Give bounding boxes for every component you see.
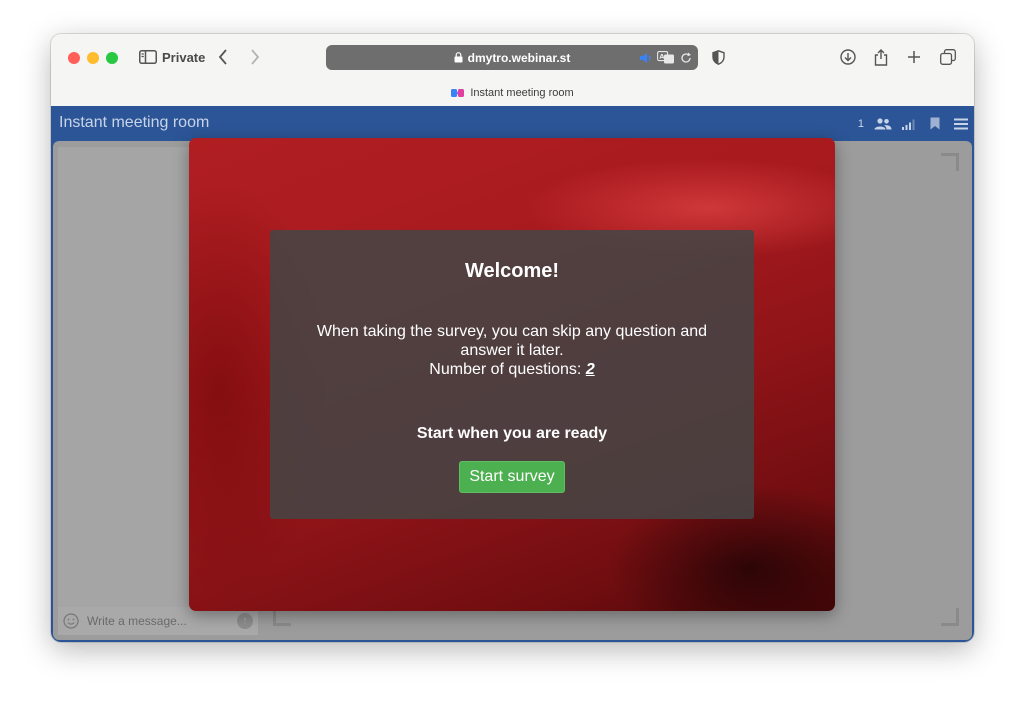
url-text: dmytro.webinar.st: [467, 50, 571, 65]
questions-count: 2: [585, 361, 595, 378]
browser-window: Private dmytro.webinar.st A Instant meet…: [51, 34, 974, 642]
video-frame-corner: [941, 608, 959, 626]
privacy-shield-icon[interactable]: [707, 46, 729, 68]
survey-description-text: When taking the survey, you can skip any…: [316, 323, 708, 359]
participants-icon[interactable]: [870, 117, 896, 130]
signal-strength-icon[interactable]: [896, 118, 922, 130]
menu-icon[interactable]: [948, 118, 974, 130]
zoom-window-button[interactable]: [106, 52, 118, 64]
minimize-window-button[interactable]: [87, 52, 99, 64]
bookmark-icon[interactable]: [922, 117, 948, 130]
lock-icon: [454, 52, 463, 63]
tab-strip[interactable]: Instant meeting room: [51, 80, 974, 106]
back-icon[interactable]: [212, 46, 234, 68]
private-label: Private: [162, 50, 206, 65]
send-icon[interactable]: ↑: [237, 613, 253, 629]
room-header: Instant meeting room 1: [51, 106, 974, 141]
room-title: Instant meeting room: [59, 114, 210, 131]
emoji-icon[interactable]: [63, 613, 79, 629]
close-window-button[interactable]: [68, 52, 80, 64]
tab-title: Instant meeting room: [470, 87, 574, 99]
audio-playing-icon[interactable]: [639, 45, 653, 70]
download-icon[interactable]: [837, 46, 859, 68]
survey-description: When taking the survey, you can skip any…: [300, 322, 724, 379]
questions-count-line: Number of questions: 2: [300, 360, 724, 379]
site-favicon-icon: [451, 88, 465, 98]
survey-modal: Welcome! When taking the survey, you can…: [189, 138, 835, 611]
survey-welcome-box: Welcome! When taking the survey, you can…: [270, 230, 754, 519]
questions-label: Number of questions:: [429, 361, 582, 378]
message-input[interactable]: Write a message...: [87, 614, 237, 628]
sidebar-toggle-icon[interactable]: [137, 46, 159, 68]
new-tab-icon[interactable]: [903, 46, 925, 68]
svg-text:A: A: [659, 53, 664, 61]
address-bar[interactable]: dmytro.webinar.st A: [326, 45, 698, 70]
video-frame-corner: [941, 153, 959, 171]
survey-welcome-heading: Welcome!: [464, 260, 560, 282]
chat-input-bar[interactable]: Write a message... ↑: [58, 607, 258, 635]
tab-overview-icon[interactable]: [937, 46, 959, 68]
header-controls: 1: [858, 106, 974, 141]
browser-toolbar: Private dmytro.webinar.st A: [51, 34, 974, 80]
reload-icon[interactable]: [680, 45, 692, 70]
share-icon[interactable]: [870, 46, 892, 68]
participant-count: 1: [857, 117, 864, 130]
ready-text: Start when you are ready: [416, 425, 608, 442]
start-survey-button[interactable]: Start survey: [459, 461, 565, 493]
translate-icon[interactable]: A: [657, 45, 675, 70]
forward-icon[interactable]: [244, 46, 266, 68]
